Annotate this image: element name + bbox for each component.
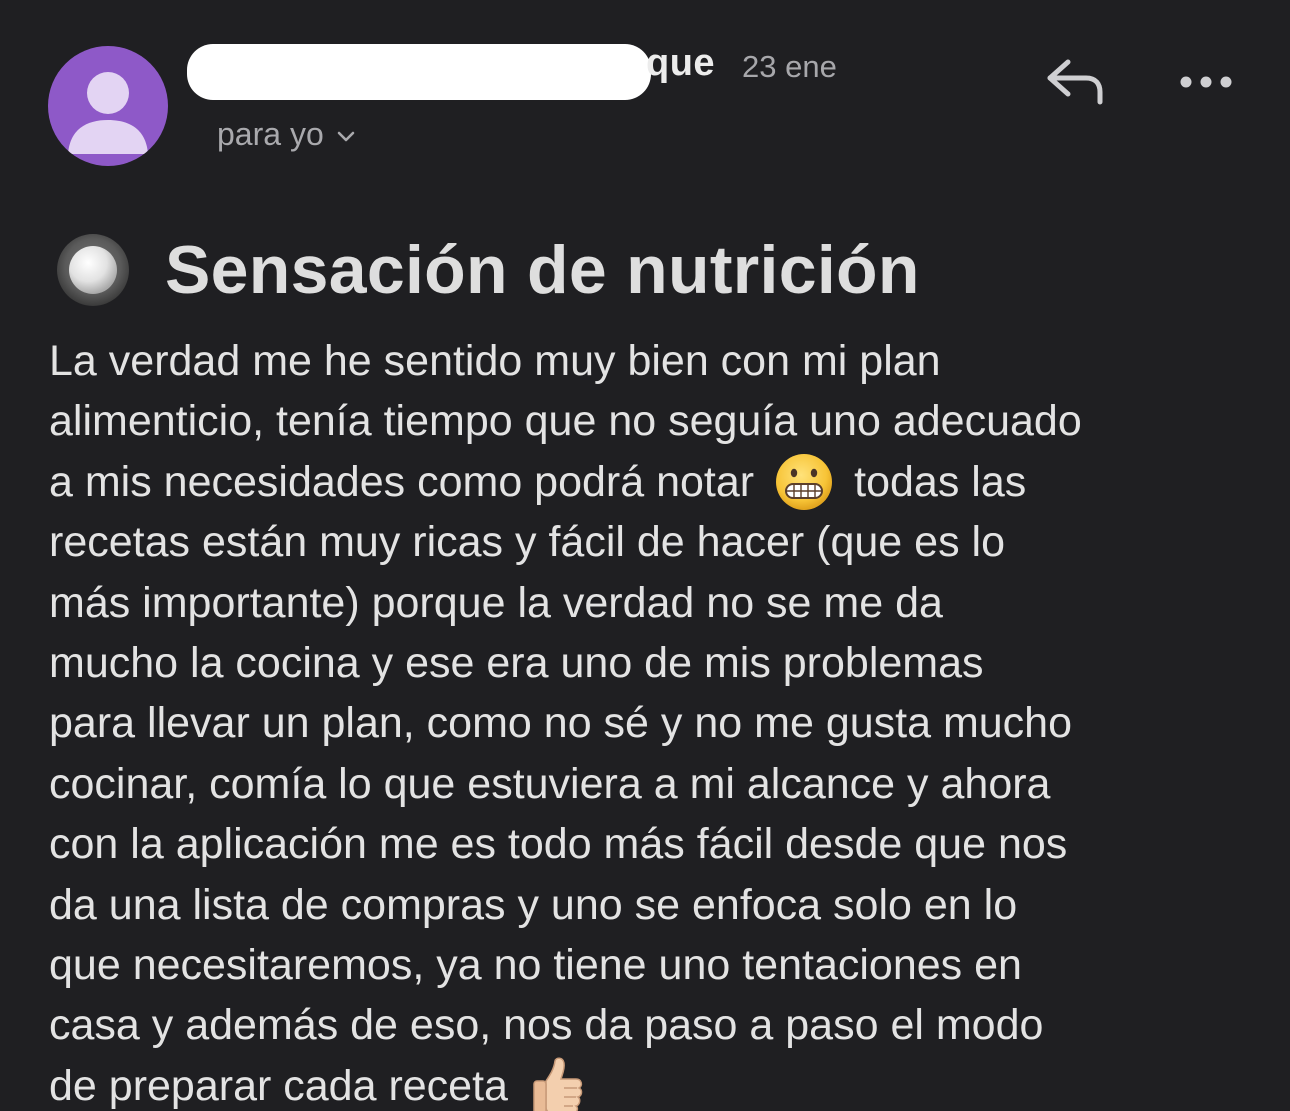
body-text: todas las bbox=[854, 457, 1027, 506]
person-icon bbox=[68, 72, 148, 154]
chevron-down-icon bbox=[337, 131, 355, 141]
body-line: mucho la cocina y ese era uno de mis pro… bbox=[49, 638, 984, 687]
sender-name[interactable]: que bbox=[646, 42, 715, 85]
body-line: casa y además de eso, nos da paso a paso… bbox=[49, 1001, 1044, 1050]
body-text: de preparar cada receta bbox=[49, 1061, 508, 1110]
body-line: con la aplicación me es todo más fácil d… bbox=[49, 820, 1068, 869]
email-body: La verdad me he sentido muy bien con mi … bbox=[49, 331, 1279, 1111]
reply-icon bbox=[1047, 59, 1103, 105]
body-line: más importante) porque la verdad no se m… bbox=[49, 578, 943, 627]
recipient-label: para yo bbox=[217, 116, 324, 152]
body-line: cocinar, comía lo que estuviera a mi alc… bbox=[49, 759, 1051, 808]
sender-redaction bbox=[187, 44, 651, 100]
subject-row: Sensación de nutrición bbox=[55, 228, 920, 312]
thumbs-up-icon bbox=[533, 1057, 583, 1111]
body-line: que necesitaremos, ya no tiene uno tenta… bbox=[49, 940, 1022, 989]
body-line: alimenticio, tenía tiempo que no seguía … bbox=[49, 397, 1082, 446]
body-text: a mis necesidades como podrá notar bbox=[49, 457, 755, 506]
avatar[interactable] bbox=[48, 46, 168, 166]
recipient-toggle[interactable]: para yo bbox=[217, 116, 356, 153]
email-subject: Sensación de nutrición bbox=[165, 232, 920, 308]
grimacing-face-icon bbox=[776, 453, 833, 510]
body-line: da una lista de compras y uno se enfoca … bbox=[49, 880, 1018, 929]
body-line: de preparar cada receta bbox=[49, 1056, 1279, 1111]
body-line: La verdad me he sentido muy bien con mi … bbox=[49, 337, 941, 385]
message-date: 23 ene bbox=[742, 49, 837, 84]
body-line: a mis necesidades como podrá notar todas… bbox=[49, 452, 1279, 512]
reply-button[interactable] bbox=[1040, 52, 1106, 108]
email-view: que 23 ene para yo Sensación de nutrició… bbox=[0, 0, 1290, 1111]
more-options-button[interactable] bbox=[1176, 64, 1236, 100]
radio-button-icon bbox=[57, 234, 129, 306]
more-options-icon bbox=[1180, 76, 1232, 88]
body-line: recetas están muy ricas y fácil de hacer… bbox=[49, 518, 1005, 567]
body-line: para llevar un plan, como no sé y no me … bbox=[49, 699, 1073, 748]
